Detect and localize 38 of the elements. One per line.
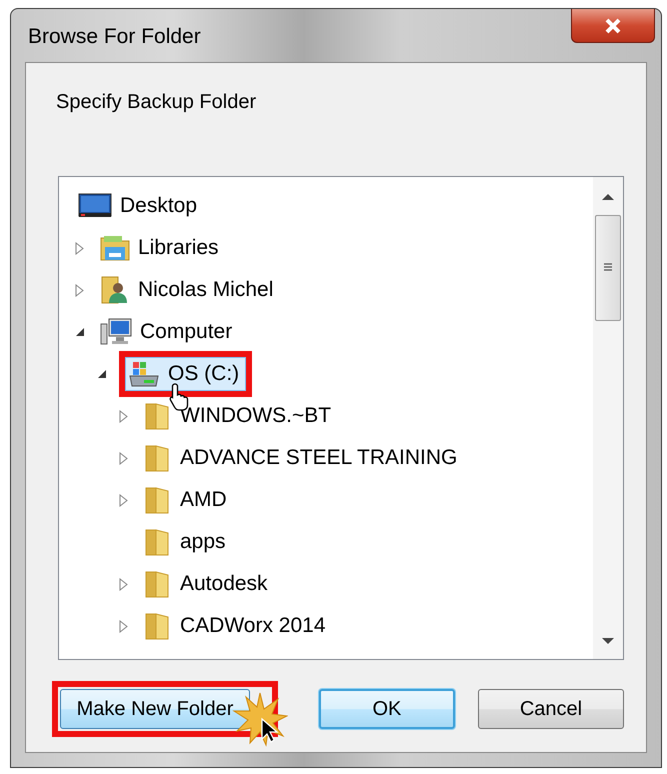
expand-arrow-icon[interactable] <box>119 410 128 422</box>
tree-item[interactable]: CADWorx 2014 <box>141 609 333 643</box>
computer-icon <box>100 318 132 346</box>
expand-arrow-icon[interactable] <box>75 242 84 254</box>
close-button[interactable] <box>571 9 655 43</box>
expand-arrow-icon[interactable] <box>119 620 128 632</box>
make-new-folder-button[interactable]: Make New Folder <box>60 689 250 729</box>
tree-item[interactable]: OS (C:) <box>125 357 246 391</box>
tree-item[interactable]: ADVANCE STEEL TRAINING <box>141 441 464 475</box>
collapse-arrow-icon[interactable] <box>75 327 85 337</box>
desktop-icon <box>78 193 112 219</box>
scroll-up-icon[interactable] <box>602 193 614 201</box>
scroll-thumb[interactable] <box>595 215 621 321</box>
tree-item[interactable]: Computer <box>97 315 240 349</box>
collapse-arrow-icon[interactable] <box>97 369 107 379</box>
cancel-button[interactable]: Cancel <box>478 689 624 729</box>
tree-item[interactable]: apps <box>141 525 233 559</box>
grip-icon <box>604 263 612 273</box>
tree-item[interactable]: AMD <box>141 483 234 517</box>
tree-item[interactable]: Desktop <box>75 190 204 222</box>
expand-arrow-icon[interactable] <box>119 578 128 590</box>
tree-item[interactable]: Autodesk <box>141 567 275 601</box>
tree-item[interactable]: Libraries <box>97 232 226 264</box>
scroll-bar[interactable] <box>593 177 623 659</box>
click-burst-icon <box>232 691 288 747</box>
dialog-prompt: Specify Backup Folder <box>56 91 258 114</box>
ok-button[interactable]: OK <box>318 689 455 729</box>
expand-arrow-icon[interactable] <box>119 494 128 506</box>
expand-arrow-icon[interactable] <box>119 452 128 464</box>
tree-item[interactable]: WINDOWS.~BT <box>141 399 338 433</box>
close-icon <box>604 18 622 34</box>
window-title: Browse For Folder <box>28 25 201 49</box>
drive-icon <box>128 360 160 388</box>
user-folder-icon <box>100 276 130 304</box>
library-folder-icon <box>100 235 130 261</box>
expand-arrow-icon[interactable] <box>75 284 84 296</box>
scroll-down-icon[interactable] <box>602 637 614 645</box>
tree-item[interactable]: Nicolas Michel <box>97 273 280 307</box>
